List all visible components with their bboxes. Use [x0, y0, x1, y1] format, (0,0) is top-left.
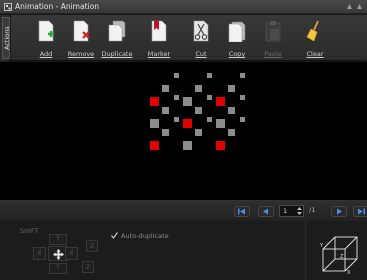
duplicate-icon — [108, 20, 126, 42]
frame-total: /1 — [309, 206, 316, 214]
marker-icon — [151, 20, 167, 42]
voxel-inactive[interactable] — [162, 129, 169, 136]
shift-up-label: Y — [56, 235, 60, 242]
voxel-active[interactable] — [216, 97, 225, 106]
shift-left-button[interactable]: X — [33, 247, 46, 260]
voxel-inactive[interactable] — [162, 107, 169, 114]
voxel-inactive[interactable] — [216, 119, 225, 128]
remove-frame-icon — [73, 20, 90, 42]
shift-controls: SHIFT Y X X Y Z Z Auto-duplicate Y Z X — [0, 221, 367, 280]
voxel-inactive[interactable] — [150, 119, 159, 128]
clear-button[interactable]: Clear — [297, 15, 333, 61]
voxel-active[interactable] — [150, 141, 159, 150]
checkmark-icon[interactable] — [111, 232, 118, 239]
frame-number: 1 — [283, 207, 288, 215]
voxel-inactive[interactable] — [183, 97, 192, 106]
scissors-icon — [193, 20, 209, 42]
voxel-inactive[interactable] — [207, 73, 212, 78]
axis-x-label: X — [347, 270, 351, 275]
voxel-inactive[interactable] — [195, 85, 202, 92]
marker-button[interactable]: Marker — [141, 15, 177, 61]
cut-button[interactable]: Cut — [183, 15, 219, 61]
duplicate-button[interactable]: Duplicate — [99, 15, 135, 61]
voxel-inactive[interactable] — [207, 117, 212, 122]
window-title: Animation - Animation — [15, 2, 99, 11]
add-label: Add — [39, 50, 53, 58]
clear-label: Clear — [306, 50, 324, 58]
copy-icon — [228, 21, 246, 42]
shift-z-down-label: Z — [85, 264, 91, 271]
shift-up-button[interactable]: Y — [49, 234, 67, 245]
pin-icon[interactable] — [346, 3, 353, 10]
previous-frame-icon[interactable] — [258, 206, 274, 217]
voxel-active[interactable] — [150, 97, 159, 106]
voxel-inactive[interactable] — [174, 117, 179, 122]
title-bar: Animation - Animation — [0, 0, 367, 14]
paste-button[interactable]: Paste — [255, 15, 291, 61]
voxel-inactive[interactable] — [174, 73, 179, 78]
copy-button[interactable]: Copy — [219, 15, 255, 61]
marker-label: Marker — [147, 50, 171, 58]
add-button[interactable]: Add — [28, 15, 64, 61]
copy-label: Copy — [228, 50, 246, 58]
shift-right-button[interactable]: X — [65, 247, 78, 260]
voxel-inactive[interactable] — [228, 129, 235, 136]
voxel-active[interactable] — [183, 119, 192, 128]
voxel-inactive[interactable] — [183, 141, 192, 150]
voxel-inactive[interactable] — [174, 95, 179, 100]
paste-label: Paste — [264, 50, 282, 58]
first-frame-icon[interactable] — [234, 206, 250, 217]
shift-left-label: X — [37, 250, 42, 257]
voxel-inactive[interactable] — [228, 107, 235, 114]
close-icon[interactable] — [356, 3, 363, 10]
voxel-inactive[interactable] — [162, 85, 169, 92]
move-arrows-icon — [53, 249, 64, 260]
add-frame-icon — [38, 20, 54, 42]
voxel-inactive[interactable] — [240, 73, 245, 78]
toolbar: Add Remove Duplicate Marker Cut Copy Pas… — [11, 15, 367, 61]
tab-actions[interactable]: Actions — [2, 17, 11, 59]
spin-arrows-icon[interactable] — [297, 207, 302, 215]
remove-button[interactable]: Remove — [63, 15, 99, 61]
voxel-inactive[interactable] — [228, 85, 235, 92]
next-frame-icon[interactable] — [331, 206, 347, 217]
axis-z-label: Z — [340, 254, 344, 260]
last-frame-icon[interactable] — [353, 206, 367, 217]
remove-label: Remove — [67, 50, 95, 58]
voxel-inactive[interactable] — [240, 117, 245, 122]
auto-duplicate-label: Auto-duplicate — [121, 232, 169, 240]
orientation-cube-icon[interactable]: Y Z X — [320, 233, 360, 275]
voxel-inactive[interactable] — [207, 95, 212, 100]
cut-label: Cut — [195, 50, 207, 58]
side-panel: Actions — [0, 15, 11, 61]
shift-z-up-button[interactable]: Z — [86, 240, 98, 252]
app-icon — [4, 3, 12, 11]
voxel-active[interactable] — [216, 141, 225, 150]
frame-navigation: 1 /1 — [0, 200, 367, 221]
paste-icon — [265, 21, 281, 42]
shift-z-down-button[interactable]: Z — [82, 261, 94, 273]
duplicate-label: Duplicate — [101, 50, 133, 58]
broom-icon — [306, 20, 319, 42]
shift-z-up-label: Z — [89, 243, 95, 250]
voxel-inactive[interactable] — [195, 129, 202, 136]
shift-right-label: X — [69, 250, 74, 257]
frame-number-input[interactable]: 1 — [279, 205, 304, 217]
shift-down-label: Y — [56, 264, 60, 271]
voxel-inactive[interactable] — [240, 95, 245, 100]
voxel-inactive[interactable] — [195, 107, 202, 114]
shift-label: SHIFT — [20, 227, 39, 235]
animation-canvas[interactable] — [0, 62, 367, 200]
orientation-cube-panel: Y Z X — [305, 221, 367, 280]
shift-down-button[interactable]: Y — [49, 263, 67, 274]
